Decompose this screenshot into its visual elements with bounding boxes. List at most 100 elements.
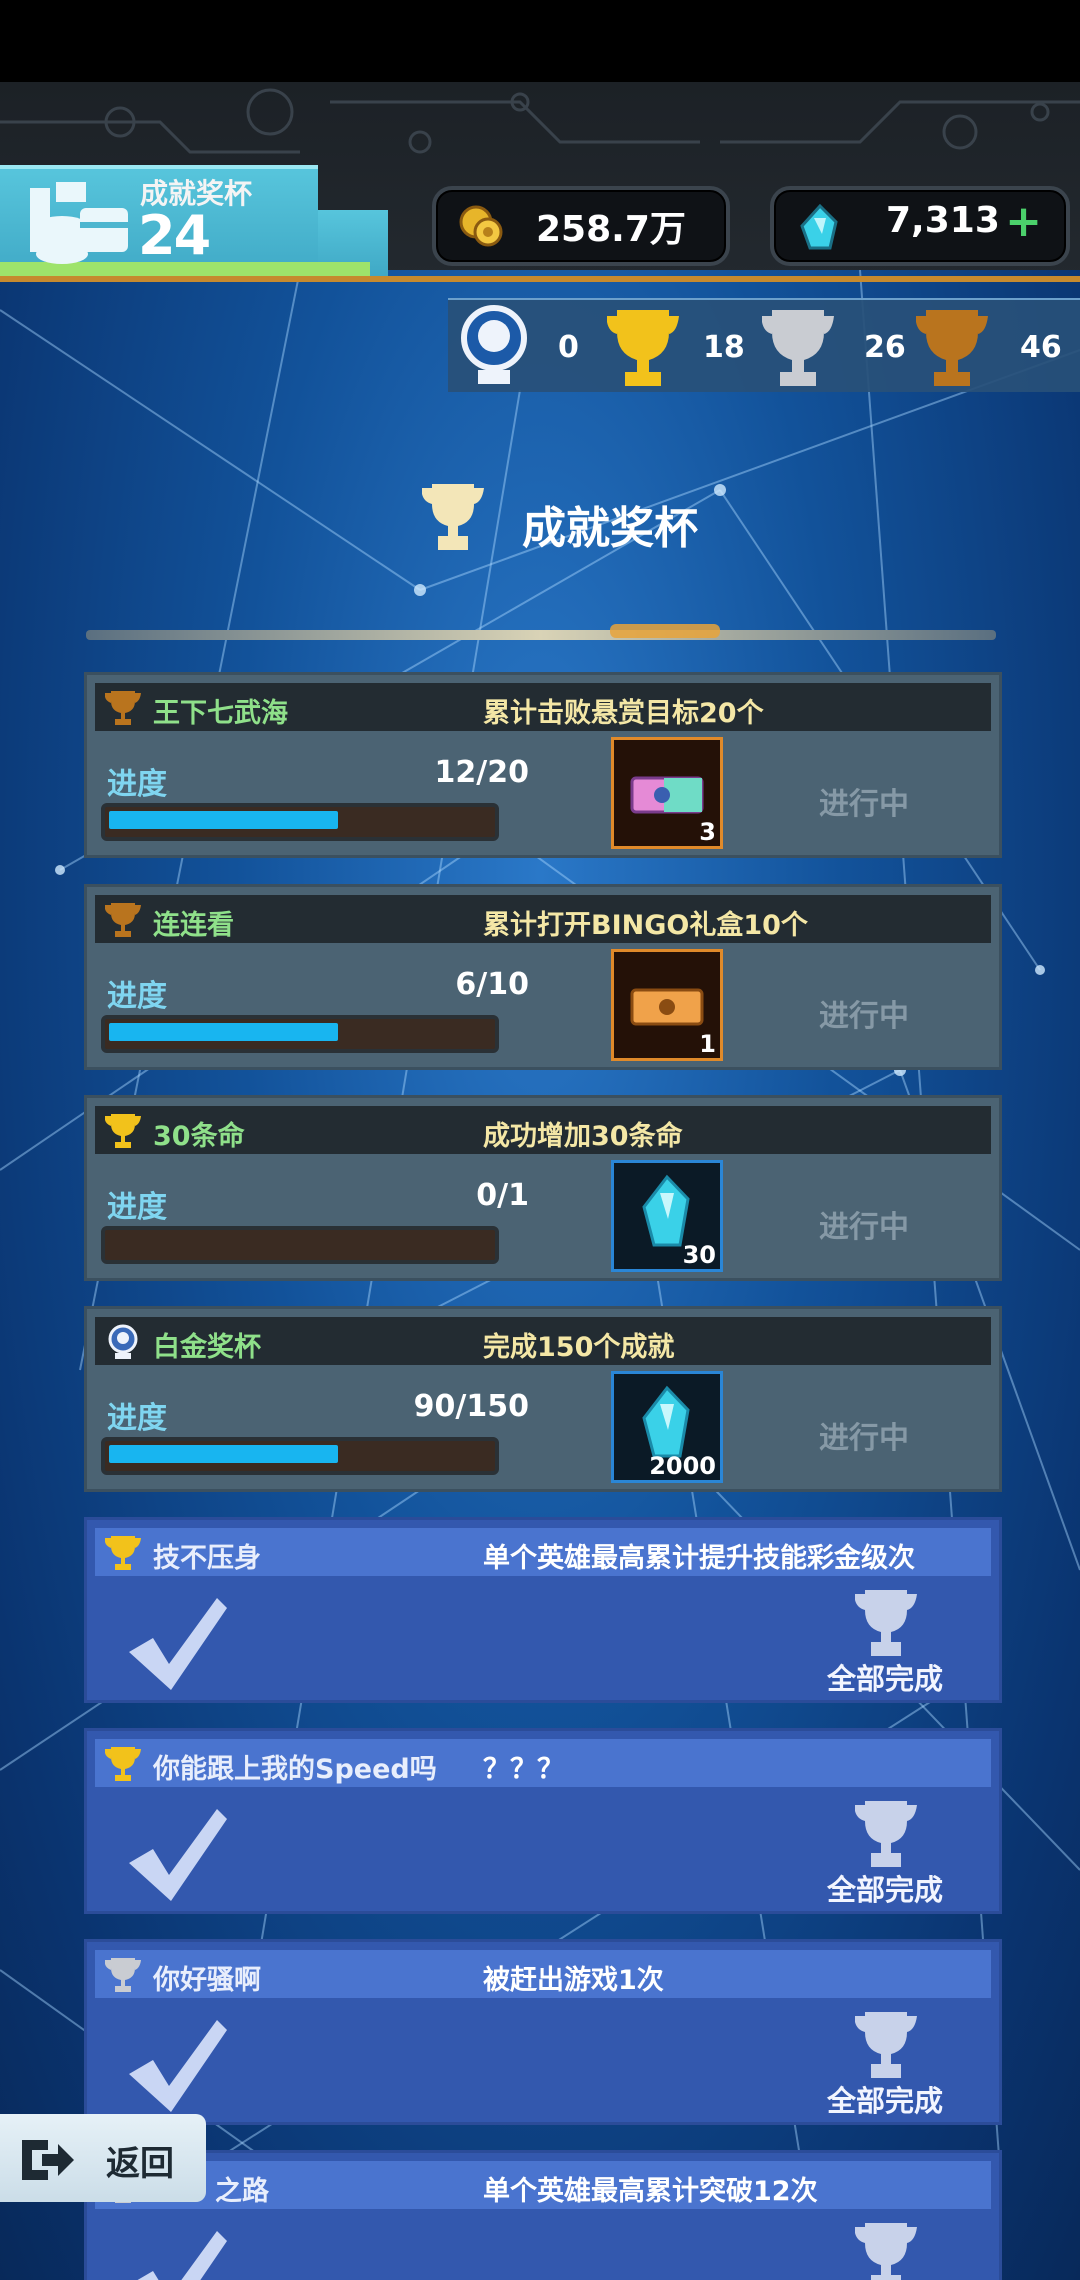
completed-achievement-card[interactable]: 之路 单个英雄最高累计突破12次 [84, 2150, 1002, 2280]
status-bar [0, 0, 1080, 82]
silver-trophy-icon [855, 1590, 917, 1656]
completed-achievement-card[interactable]: 你能跟上我的Speed吗 ？？？ 全部完成 [84, 1728, 1002, 1914]
achievement-desc: 成功增加30条命 [483, 1121, 683, 1152]
section-title: 成就奖杯 [522, 503, 698, 554]
exit-icon [22, 2140, 74, 2180]
card-header: 30条命 成功增加30条命 [95, 1106, 991, 1154]
achievement-name: 你能跟上我的Speed吗 [153, 1754, 437, 1785]
complete-label: 全部完成 [827, 1662, 944, 1696]
progress-value: 0/1 [476, 1178, 529, 1213]
bronze-trophy-icon [105, 903, 141, 937]
status-label: 进行中 [819, 999, 909, 1034]
coin-icon [459, 205, 503, 247]
achievement-card[interactable]: 王下七武海 累计击败悬赏目标20个 进度 12/20 3 进行中 [84, 672, 1002, 858]
reward-count: 30 [682, 1241, 716, 1269]
reward-count: 1 [699, 1030, 716, 1058]
header-divider [0, 276, 1080, 282]
achievement-desc: 被赶出游戏1次 [483, 1965, 664, 1996]
progress-bar [101, 1226, 499, 1264]
silver-trophy-icon [762, 310, 834, 386]
completed-achievement-card[interactable]: 你好骚啊 被赶出游戏1次 全部完成 [84, 1939, 1002, 2125]
completed-achievement-card[interactable]: 技不压身 单个英雄最高累计提升技能彩金级次 全部完成 [84, 1517, 1002, 1703]
card-header: 技不压身 单个英雄最高累计提升技能彩金级次 [95, 1528, 991, 1576]
platinum-trophy-icon [108, 1324, 138, 1359]
progress-value: 12/20 [434, 755, 529, 790]
reward-slot[interactable]: 30 [611, 1160, 723, 1272]
gold-trophy-icon [607, 310, 679, 386]
reward-count: 3 [699, 818, 716, 846]
bronze-trophy-icon [916, 310, 988, 386]
status-label: 进行中 [819, 787, 909, 822]
progress-bar [101, 803, 499, 841]
achievement-desc: ？？？ [483, 1754, 564, 1785]
card-header: 之路 单个英雄最高累计突破12次 [95, 2161, 991, 2209]
circuit-pattern [0, 88, 1080, 154]
silver-trophy-icon [855, 2223, 917, 2280]
card-header: 白金奖杯 完成150个成就 [95, 1317, 991, 1365]
checkmark-icon [129, 2020, 227, 2112]
achievement-name: 你好骚啊 [153, 1965, 261, 1996]
gem-icon [800, 204, 838, 250]
achievement-name: 白金奖杯 [153, 1332, 261, 1363]
card-header: 你好骚啊 被赶出游戏1次 [95, 1950, 991, 1998]
progress-label: 进度 [107, 1401, 167, 1436]
reward-slot[interactable]: 1 [611, 949, 723, 1061]
progress-value: 90/150 [413, 1389, 529, 1424]
bronze-count: 46 [912, 300, 1080, 392]
achievement-card[interactable]: 30条命 成功增加30条命 进度 0/1 30 进行中 [84, 1095, 1002, 1281]
achievement-count: 24 [138, 204, 211, 267]
gem-amount: 7,313 [886, 200, 1000, 241]
silver-count: 26 [758, 300, 918, 392]
progress-value: 6/10 [455, 967, 529, 1002]
achievement-name: 王下七武海 [153, 698, 288, 729]
achievement-desc: 累计击败悬赏目标20个 [483, 698, 764, 729]
card-header: 连连看 累计打开BINGO礼盒10个 [95, 895, 991, 943]
silver-trophy-icon [105, 1958, 141, 1992]
platinum-count: 0 [448, 300, 598, 392]
bronze-trophy-icon [105, 691, 141, 725]
platinum-trophy-icon [461, 305, 527, 384]
reward-slot[interactable]: 3 [611, 737, 723, 849]
coin-counter[interactable]: 258.7万 [432, 186, 730, 266]
achievement-card[interactable]: 白金奖杯 完成150个成就 进度 90/150 2000 进行中 [84, 1306, 1002, 1492]
card-header: 王下七武海 累计击败悬赏目标20个 [95, 683, 991, 731]
achievement-desc: 单个英雄最高累计突破12次 [483, 2176, 818, 2207]
progress-fill [109, 811, 338, 829]
section-divider-glow [610, 624, 720, 638]
achievement-name: 之路 [215, 2176, 269, 2207]
progress-bar [101, 1437, 499, 1475]
progress-label: 进度 [107, 979, 167, 1014]
progress-label: 进度 [107, 767, 167, 802]
silver-trophy-icon [855, 2012, 917, 2078]
reward-count: 2000 [649, 1452, 716, 1480]
complete-label: 全部完成 [827, 1873, 944, 1907]
gold-trophy-icon [105, 1114, 141, 1148]
silver-trophy-icon [855, 1801, 917, 1867]
progress-bar [101, 1015, 499, 1053]
section-divider [86, 630, 996, 640]
card-header: 你能跟上我的Speed吗 ？？？ [95, 1739, 991, 1787]
achievement-desc: 完成150个成就 [483, 1332, 675, 1363]
back-label: 返回 [106, 2144, 174, 2184]
status-label: 进行中 [819, 1421, 909, 1456]
coin-amount: 258.7万 [536, 209, 686, 250]
back-button[interactable]: 返回 [0, 2114, 206, 2202]
reward-slot[interactable]: 2000 [611, 1371, 723, 1483]
achievement-name: 30条命 [153, 1121, 245, 1152]
achievement-name: 连连看 [153, 910, 234, 941]
gold-count: 18 [603, 300, 763, 392]
progress-fill [109, 1023, 338, 1041]
checkmark-icon [137, 2231, 227, 2280]
section-trophy-icon [422, 484, 484, 550]
add-gems-button[interactable]: + [1005, 196, 1042, 247]
gold-trophy-icon [105, 1536, 141, 1570]
achievement-name: 技不压身 [153, 1543, 261, 1574]
achievement-card[interactable]: 连连看 累计打开BINGO礼盒10个 进度 6/10 1 进行中 [84, 884, 1002, 1070]
gem-counter[interactable]: 7,313 + [770, 186, 1070, 266]
complete-label: 全部完成 [827, 2084, 944, 2118]
achievement-desc: 累计打开BINGO礼盒10个 [483, 910, 808, 941]
treasure-chest-icon [30, 182, 128, 264]
progress-fill [109, 1445, 338, 1463]
checkmark-icon [129, 1598, 227, 1690]
achievement-desc: 单个英雄最高累计提升技能彩金级次 [483, 1543, 915, 1574]
